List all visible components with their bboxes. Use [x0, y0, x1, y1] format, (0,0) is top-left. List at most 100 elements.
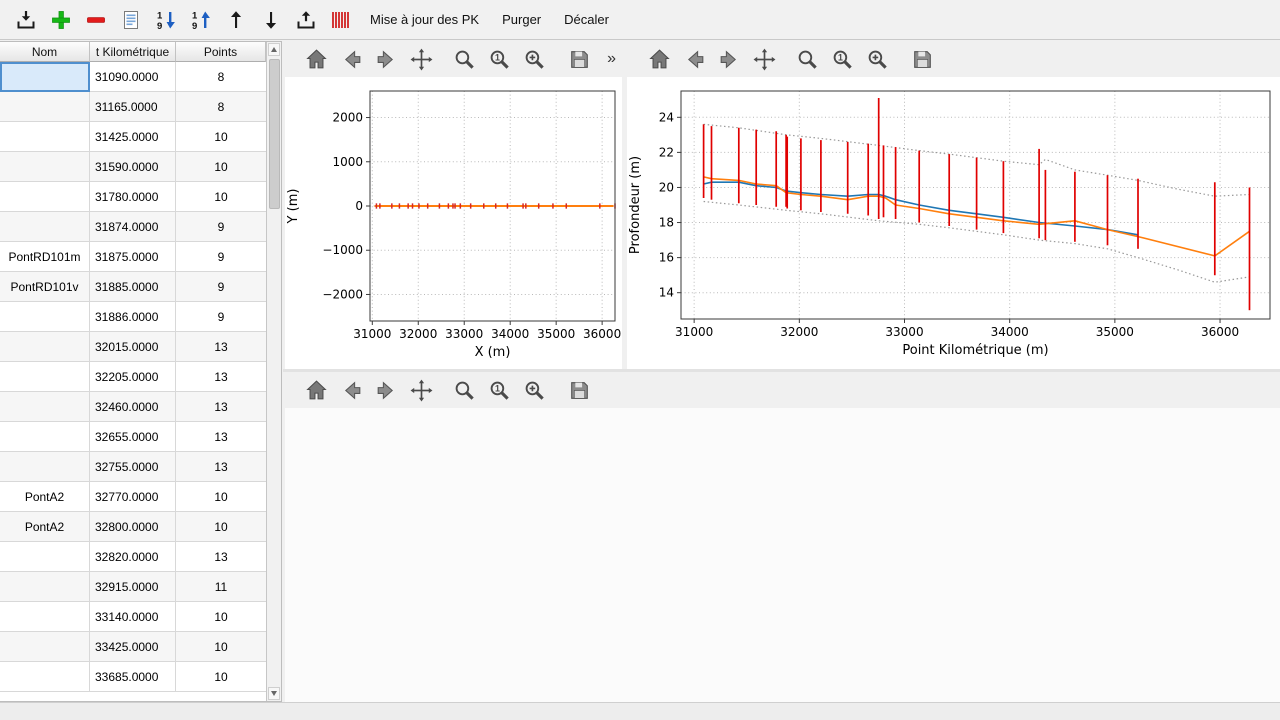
zoom-plus-button[interactable] [521, 377, 548, 404]
cell-pk[interactable]: 33685.0000 [90, 662, 176, 692]
cell-points[interactable]: 13 [176, 362, 267, 392]
cell-nom[interactable] [0, 362, 90, 392]
purge-button[interactable]: Purger [494, 7, 549, 32]
cell-pk[interactable]: 31780.0000 [90, 182, 176, 212]
export-button[interactable] [292, 6, 320, 34]
back-button[interactable] [338, 46, 365, 73]
cell-nom[interactable] [0, 422, 90, 452]
cell-nom[interactable] [0, 542, 90, 572]
cell-points[interactable]: 9 [176, 242, 267, 272]
cell-nom[interactable] [0, 182, 90, 212]
cell-nom[interactable] [0, 602, 90, 632]
cell-nom[interactable] [0, 392, 90, 422]
table-row[interactable]: 32755.000013 [0, 452, 267, 482]
cell-nom[interactable]: PontA2 [0, 512, 90, 542]
table-row[interactable]: 32915.000011 [0, 572, 267, 602]
table-row[interactable]: 31874.00009 [0, 212, 267, 242]
zoom-one-button[interactable]: 1 [486, 46, 513, 73]
cell-nom[interactable] [0, 92, 90, 122]
cell-points[interactable]: 9 [176, 302, 267, 332]
cell-points[interactable]: 13 [176, 422, 267, 452]
cell-points[interactable]: 10 [176, 632, 267, 662]
cell-nom[interactable] [0, 302, 90, 332]
forward-button[interactable] [373, 46, 400, 73]
cell-pk[interactable]: 31875.0000 [90, 242, 176, 272]
edit-list-button[interactable] [117, 6, 145, 34]
cell-points[interactable]: 13 [176, 332, 267, 362]
table-row[interactable]: 31886.00009 [0, 302, 267, 332]
table-row[interactable]: 33425.000010 [0, 632, 267, 662]
forward-button[interactable] [716, 46, 743, 73]
save-button[interactable] [566, 377, 593, 404]
table-row[interactable]: PontRD101m31875.00009 [0, 242, 267, 272]
cell-pk[interactable]: 32915.0000 [90, 572, 176, 602]
move-up-button[interactable] [222, 6, 250, 34]
profiles-button[interactable] [327, 6, 355, 34]
table-row[interactable]: 33140.000010 [0, 602, 267, 632]
import-button[interactable] [12, 6, 40, 34]
table-scrollbar[interactable] [266, 42, 281, 701]
zoom-one-button[interactable]: 1 [829, 46, 856, 73]
cell-pk[interactable]: 31886.0000 [90, 302, 176, 332]
xy-plot[interactable]: 310003200033000340003500036000−2000−1000… [285, 77, 622, 369]
cell-pk[interactable]: 32655.0000 [90, 422, 176, 452]
zoom-button[interactable] [451, 377, 478, 404]
cell-nom[interactable]: PontRD101m [0, 242, 90, 272]
column-header-points[interactable]: Points [176, 42, 266, 62]
cell-points[interactable]: 11 [176, 572, 267, 602]
table-row[interactable]: PontRD101v31885.00009 [0, 272, 267, 302]
table-row[interactable]: 32460.000013 [0, 392, 267, 422]
cell-pk[interactable]: 32755.0000 [90, 452, 176, 482]
column-header-pk[interactable]: t Kilométrique [90, 42, 176, 62]
cell-pk[interactable]: 32460.0000 [90, 392, 176, 422]
zoom-button[interactable] [451, 46, 478, 73]
empty-plot-canvas[interactable] [285, 408, 1280, 702]
cell-pk[interactable]: 31590.0000 [90, 152, 176, 182]
cell-pk[interactable]: 32770.0000 [90, 482, 176, 512]
update-pk-button[interactable]: Mise à jour des PK [362, 7, 487, 32]
cell-points[interactable]: 10 [176, 182, 267, 212]
table-row[interactable]: 31090.00008 [0, 62, 267, 92]
cell-pk[interactable]: 31874.0000 [90, 212, 176, 242]
cell-nom[interactable] [0, 452, 90, 482]
cell-points[interactable]: 13 [176, 452, 267, 482]
cell-points[interactable]: 10 [176, 152, 267, 182]
cell-points[interactable]: 10 [176, 122, 267, 152]
table-row[interactable]: 31780.000010 [0, 182, 267, 212]
cell-nom[interactable] [0, 152, 90, 182]
zoom-plus-button[interactable] [864, 46, 891, 73]
table-row[interactable]: 32205.000013 [0, 362, 267, 392]
back-button[interactable] [338, 377, 365, 404]
cell-pk[interactable]: 32800.0000 [90, 512, 176, 542]
cell-pk[interactable]: 31885.0000 [90, 272, 176, 302]
cell-pk[interactable]: 31425.0000 [90, 122, 176, 152]
home-button[interactable] [303, 46, 330, 73]
cell-points[interactable]: 8 [176, 62, 267, 92]
table-row[interactable]: 31165.00008 [0, 92, 267, 122]
cell-nom[interactable] [0, 62, 90, 92]
cell-pk[interactable]: 32205.0000 [90, 362, 176, 392]
cell-nom[interactable] [0, 572, 90, 602]
table-row[interactable]: 32655.000013 [0, 422, 267, 452]
cell-points[interactable]: 13 [176, 392, 267, 422]
cell-pk[interactable]: 32015.0000 [90, 332, 176, 362]
cell-points[interactable]: 10 [176, 602, 267, 632]
cell-points[interactable]: 10 [176, 512, 267, 542]
table-row[interactable]: 31590.000010 [0, 152, 267, 182]
zoom-one-button[interactable]: 1 [486, 377, 513, 404]
cell-nom[interactable] [0, 332, 90, 362]
cell-nom[interactable]: PontRD101v [0, 272, 90, 302]
cell-nom[interactable] [0, 122, 90, 152]
table-row[interactable]: 32015.000013 [0, 332, 267, 362]
home-button[interactable] [303, 377, 330, 404]
cell-points[interactable]: 9 [176, 212, 267, 242]
cell-nom[interactable] [0, 662, 90, 692]
back-button[interactable] [681, 46, 708, 73]
cell-pk[interactable]: 31165.0000 [90, 92, 176, 122]
sort-descending-button[interactable]: 19 [152, 6, 180, 34]
pan-button[interactable] [408, 377, 435, 404]
save-button[interactable] [566, 46, 593, 73]
cell-pk[interactable]: 32820.0000 [90, 542, 176, 572]
cell-nom[interactable]: PontA2 [0, 482, 90, 512]
pan-button[interactable] [751, 46, 778, 73]
